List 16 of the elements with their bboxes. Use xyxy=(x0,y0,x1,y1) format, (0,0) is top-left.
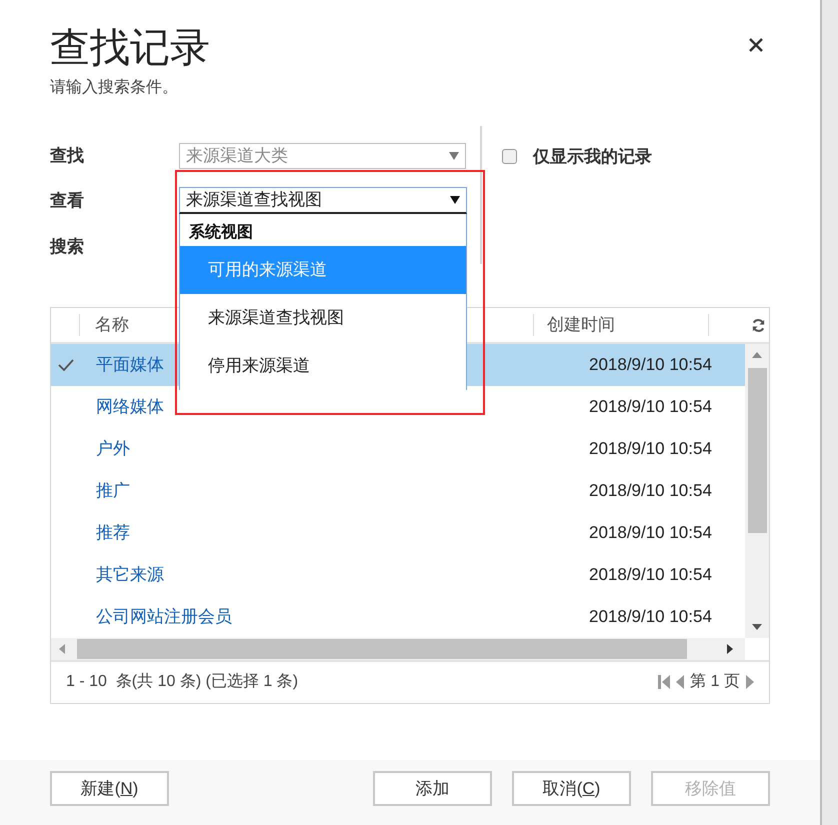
table-cell-text: 2018/9/10 10:54 xyxy=(589,396,712,418)
table-cell-text: 2018/9/10 10:54 xyxy=(589,522,712,544)
option-group-label: 系统视图 xyxy=(188,222,254,243)
table-cell-text: 2018/9/10 10:54 xyxy=(589,354,712,376)
page-number: 第 1 页 xyxy=(690,672,740,692)
record-count: 1 - 10 条(共 10 条) (已选择 1 条) xyxy=(66,672,298,692)
checkbox-label: 仅显示我的记录 xyxy=(533,146,652,168)
table-cell-text: 2018/9/10 10:54 xyxy=(589,480,712,502)
dialog-subtitle: 请输入搜索条件。 xyxy=(50,78,179,98)
field-label: 搜索 xyxy=(50,236,85,258)
field-label: 查看 xyxy=(50,190,85,212)
table-cell-text: 2018/9/10 10:54 xyxy=(589,564,712,586)
field-label: 查找 xyxy=(50,145,85,168)
table-cell-text: 2018/9/10 10:54 xyxy=(589,606,712,628)
dialog-title: 查找记录 xyxy=(50,25,210,72)
table-cell-text: 2018/9/10 10:54 xyxy=(589,438,712,460)
